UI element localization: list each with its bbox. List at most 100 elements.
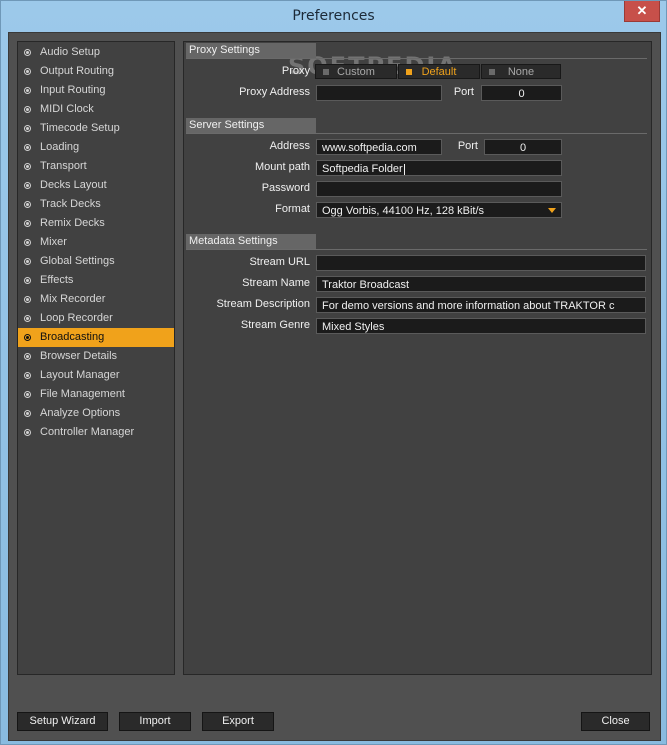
radio-dot-icon xyxy=(24,68,31,75)
stream-name-label: Stream Name xyxy=(242,277,310,289)
format-select[interactable]: Ogg Vorbis, 44100 Hz, 128 kBit/s xyxy=(316,202,562,218)
sidebar-item-effects[interactable]: Effects xyxy=(18,271,174,290)
category-sidebar: Audio Setup Output Routing Input Routing MI… xyxy=(17,41,175,675)
metadata-settings-header: Metadata Settings xyxy=(186,234,316,249)
stream-url-input[interactable] xyxy=(316,255,646,271)
sidebar-item-browser-details[interactable]: Browser Details xyxy=(18,347,174,366)
radio-dot-icon xyxy=(24,125,31,132)
sidebar-item-track-decks[interactable]: Track Decks xyxy=(18,195,174,214)
stream-name-input[interactable]: Traktor Broadcast xyxy=(316,276,646,292)
broadcasting-panel: SOFTPEDIA Proxy Settings Proxy Custom De… xyxy=(183,41,652,675)
sidebar-item-label: MIDI Clock xyxy=(40,103,94,115)
section-divider xyxy=(186,133,647,134)
sidebar-item-label: Mix Recorder xyxy=(40,293,106,305)
sidebar-item-decks-layout[interactable]: Decks Layout xyxy=(18,176,174,195)
sidebar-item-label: Broadcasting xyxy=(40,331,105,343)
sidebar-item-input-routing[interactable]: Input Routing xyxy=(18,81,174,100)
proxy-label: Proxy xyxy=(281,65,310,77)
sidebar-item-analyze-options[interactable]: Analyze Options xyxy=(18,404,174,423)
stream-genre-label: Stream Genre xyxy=(240,319,310,331)
window-close-icon[interactable]: ✕ xyxy=(624,1,660,22)
export-button[interactable]: Export xyxy=(202,712,274,731)
dropdown-arrow-icon xyxy=(548,208,556,213)
sidebar-item-loop-recorder[interactable]: Loop Recorder xyxy=(18,309,174,328)
proxy-default-option[interactable]: Default xyxy=(398,64,480,79)
proxy-address-label: Proxy Address xyxy=(239,86,310,98)
mount-path-label: Mount path xyxy=(254,161,310,173)
sidebar-item-audio-setup[interactable]: Audio Setup xyxy=(18,43,174,62)
sidebar-item-mixer[interactable]: Mixer xyxy=(18,233,174,252)
section-divider xyxy=(186,58,647,59)
sidebar-item-layout-manager[interactable]: Layout Manager xyxy=(18,366,174,385)
format-value: Ogg Vorbis, 44100 Hz, 128 kBit/s xyxy=(322,205,485,217)
sidebar-item-label: Remix Decks xyxy=(40,217,105,229)
radio-dot-icon xyxy=(24,372,31,379)
title-bar[interactable]: Preferences ✕ xyxy=(1,1,666,31)
mount-path-input[interactable]: Softpedia Folder xyxy=(316,160,562,176)
mount-path-value: Softpedia Folder xyxy=(322,163,403,175)
close-button[interactable]: Close xyxy=(581,712,650,731)
import-button[interactable]: Import xyxy=(119,712,191,731)
sidebar-item-broadcasting[interactable]: Broadcasting xyxy=(18,328,174,347)
sidebar-item-label: Track Decks xyxy=(40,198,101,210)
radio-dot-icon xyxy=(24,239,31,246)
sidebar-item-global-settings[interactable]: Global Settings xyxy=(18,252,174,271)
radio-dot-icon xyxy=(24,144,31,151)
sidebar-item-output-routing[interactable]: Output Routing xyxy=(18,62,174,81)
format-label: Format xyxy=(275,203,310,215)
sidebar-item-label: Mixer xyxy=(40,236,67,248)
sidebar-item-label: Controller Manager xyxy=(40,426,135,438)
proxy-settings-header: Proxy Settings xyxy=(186,43,316,58)
sidebar-item-file-management[interactable]: File Management xyxy=(18,385,174,404)
radio-dot-icon xyxy=(24,258,31,265)
proxy-port-input[interactable]: 0 xyxy=(481,85,562,101)
stream-genre-input[interactable]: Mixed Styles xyxy=(316,318,646,334)
sidebar-item-loading[interactable]: Loading xyxy=(18,138,174,157)
sidebar-item-mix-recorder[interactable]: Mix Recorder xyxy=(18,290,174,309)
radio-dot-icon xyxy=(24,106,31,113)
stream-url-label: Stream URL xyxy=(249,256,310,268)
sidebar-item-label: Transport xyxy=(40,160,87,172)
radio-dot-icon xyxy=(24,163,31,170)
category-list: Audio Setup Output Routing Input Routing MI… xyxy=(18,42,174,442)
radio-dot-icon xyxy=(24,391,31,398)
preferences-window: Preferences ✕ Audio Setup Output Routing I… xyxy=(0,0,667,745)
radio-dot-icon xyxy=(24,334,31,341)
server-address-label: Address xyxy=(269,140,310,152)
sidebar-item-label: File Management xyxy=(40,388,125,400)
radio-dot-icon xyxy=(24,277,31,284)
sidebar-item-label: Timecode Setup xyxy=(40,122,120,134)
proxy-port-label: Port xyxy=(453,86,474,98)
radio-dot-icon xyxy=(24,201,31,208)
proxy-none-label: None xyxy=(507,66,535,78)
sidebar-item-remix-decks[interactable]: Remix Decks xyxy=(18,214,174,233)
stream-description-input[interactable]: For demo versions and more information a… xyxy=(316,297,646,313)
proxy-address-input[interactable] xyxy=(316,85,442,101)
proxy-custom-label: Custom xyxy=(337,66,375,78)
sidebar-item-label: Audio Setup xyxy=(40,46,100,58)
sidebar-item-timecode-setup[interactable]: Timecode Setup xyxy=(18,119,174,138)
sidebar-item-label: Layout Manager xyxy=(40,369,120,381)
server-port-input[interactable]: 0 xyxy=(484,139,562,155)
radio-dot-icon xyxy=(24,87,31,94)
radio-dot-icon xyxy=(24,220,31,227)
radio-dot-icon xyxy=(24,353,31,360)
server-port-label: Port xyxy=(457,140,478,152)
sidebar-item-label: Output Routing xyxy=(40,65,114,77)
sidebar-item-transport[interactable]: Transport xyxy=(18,157,174,176)
radio-dot-icon xyxy=(24,49,31,56)
sidebar-item-label: Loading xyxy=(40,141,80,153)
preferences-client: Audio Setup Output Routing Input Routing MI… xyxy=(8,32,661,741)
proxy-custom-option[interactable]: Custom xyxy=(315,64,397,79)
sidebar-item-label: Input Routing xyxy=(40,84,106,96)
radio-dot-icon xyxy=(24,296,31,303)
sidebar-item-controller-manager[interactable]: Controller Manager xyxy=(18,423,174,442)
proxy-none-option[interactable]: None xyxy=(481,64,561,79)
sidebar-item-midi-clock[interactable]: MIDI Clock xyxy=(18,100,174,119)
sidebar-item-label: Decks Layout xyxy=(40,179,107,191)
setup-wizard-button[interactable]: Setup Wizard xyxy=(17,712,108,731)
radio-dot-icon xyxy=(24,410,31,417)
stream-description-label: Stream Description xyxy=(216,298,310,310)
password-input[interactable] xyxy=(316,181,562,197)
server-address-input[interactable]: www.softpedia.com xyxy=(316,139,442,155)
